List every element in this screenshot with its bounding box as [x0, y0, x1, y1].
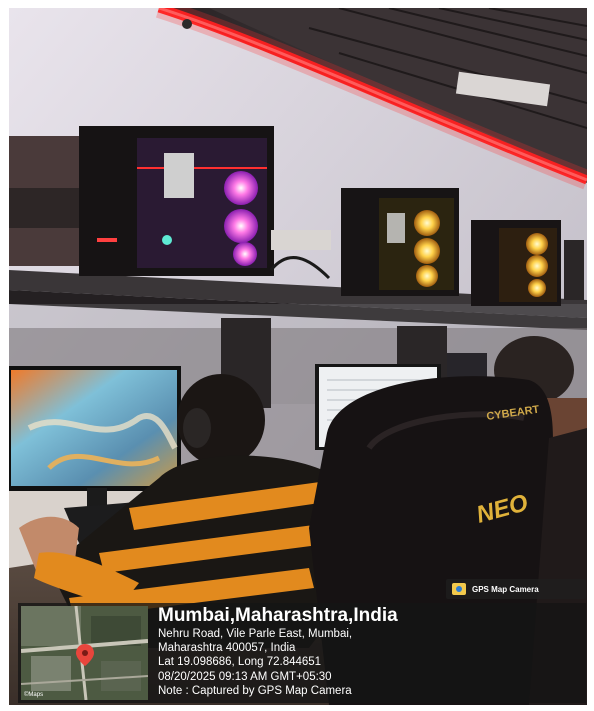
location-title: Mumbai,Maharashtra,India — [158, 605, 398, 626]
badge-label: GPS Map Camera — [472, 584, 539, 594]
coordinates: Lat 19.098686, Long 72.844651 — [158, 656, 322, 669]
address-line-1: Nehru Road, Vile Parle East, Mumbai, — [158, 628, 353, 640]
datetime: 08/20/2025 09:13 AM GMT+05:30 — [158, 670, 332, 683]
map-thumbnail: ©Maps — [21, 606, 148, 700]
location-info: Mumbai,Maharashtra,India Nehru Road, Vil… — [158, 605, 578, 698]
photo-frame: CYBEART NEO GPS Map Camera ©Maps Mumbai,… — [9, 8, 587, 705]
camera-icon — [452, 583, 466, 595]
location-overlay: ©Maps Mumbai,Maharashtra,India Nehru Roa… — [18, 603, 586, 703]
gps-camera-badge: GPS Map Camera — [446, 579, 586, 599]
address-line-2: Maharashtra 400057, India — [158, 642, 296, 655]
map-credit: ©Maps — [24, 692, 44, 698]
gaming-cafe-photo: CYBEART NEO — [9, 8, 587, 705]
capture-note: Note : Captured by GPS Map Camera — [158, 684, 352, 697]
